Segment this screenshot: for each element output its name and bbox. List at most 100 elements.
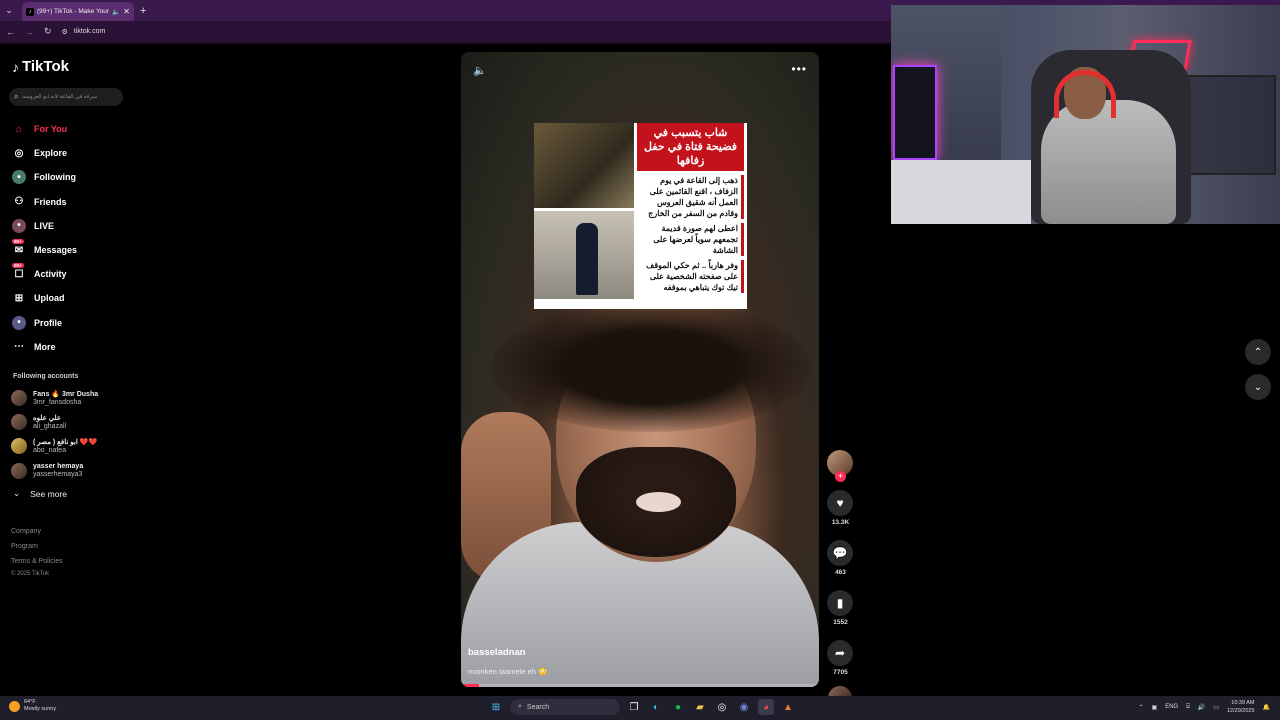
url-field[interactable]: ⚙ tiktok.com bbox=[62, 28, 106, 36]
cam-person bbox=[1041, 100, 1176, 224]
follow-plus-icon[interactable]: + bbox=[835, 471, 846, 482]
app-icon[interactable]: ▲ bbox=[780, 699, 796, 715]
previous-video-button[interactable]: ⌃ bbox=[1245, 339, 1271, 365]
following-accounts-list: Fans 🔥 3mr Dusha 3mr_fansdosha علي علوه al… bbox=[11, 386, 131, 483]
see-more-button[interactable]: ⌄ See more bbox=[13, 488, 67, 499]
next-video-button[interactable]: ⌄ bbox=[1245, 374, 1271, 400]
overlay-images bbox=[534, 123, 634, 309]
search-placeholder: سرقه في القاعة لانه ابو العروسة bbox=[22, 94, 98, 100]
file-explorer-icon[interactable]: ▰ bbox=[692, 699, 708, 715]
news-overlay-card: شاب يتسبب في فضيحة فتاة في حفل زفافها ذه… bbox=[534, 123, 747, 309]
site-info-icon[interactable]: ⚙ bbox=[62, 28, 68, 36]
nav-for-you[interactable]: ⌂ For You bbox=[12, 117, 132, 141]
tray-app-icon[interactable]: ▣ bbox=[1152, 704, 1158, 711]
overlay-title: شاب يتسبب في فضيحة فتاة في حفل زفافها bbox=[637, 123, 744, 171]
reload-icon[interactable]: ↻ bbox=[44, 26, 52, 37]
like-count: 13.3K bbox=[831, 519, 850, 526]
like-button[interactable]: ♥ bbox=[827, 490, 853, 516]
tiktok-note-icon: ♪ bbox=[12, 58, 19, 75]
video-progress-bar[interactable] bbox=[461, 684, 819, 687]
nav-activity[interactable]: ☐ 99+ Activity bbox=[12, 262, 132, 286]
account-item[interactable]: yasser hemaya yasserhemaya3 bbox=[11, 459, 131, 483]
nav-label: Messages bbox=[34, 245, 78, 256]
footer-link-terms[interactable]: Terms & Policies bbox=[11, 554, 63, 569]
copyright: © 2025 TikTok bbox=[11, 571, 50, 577]
account-item[interactable]: Fans 🔥 3mr Dusha 3mr_fansdosha bbox=[11, 386, 131, 410]
more-icon: ⋯ bbox=[14, 341, 24, 353]
nav-label: Upload bbox=[34, 293, 65, 304]
nav-label: Explore bbox=[34, 148, 68, 159]
share-button[interactable]: ➦ bbox=[827, 640, 853, 666]
task-view-icon[interactable]: ❐ bbox=[626, 699, 642, 715]
nav-label: Activity bbox=[34, 269, 67, 280]
battery-icon[interactable]: ▭ bbox=[1213, 704, 1219, 711]
video-player[interactable]: 🔈 ••• شاب يتسبب في فضيحة فتاة في حفل زفا… bbox=[461, 52, 819, 687]
account-name: Fans 🔥 3mr Dusha bbox=[33, 390, 99, 398]
avatar bbox=[11, 414, 27, 431]
home-icon: ⌂ bbox=[15, 123, 23, 135]
nav-live[interactable]: • LIVE bbox=[12, 214, 132, 238]
nav-explore[interactable]: ◎ Explore bbox=[12, 141, 132, 165]
footer-link-company[interactable]: Company bbox=[11, 524, 63, 539]
chevron-down-icon: ⌄ bbox=[1253, 381, 1263, 393]
bookmark-button[interactable]: ▮ bbox=[827, 590, 853, 616]
url-text: tiktok.com bbox=[73, 28, 106, 35]
footer-link-program[interactable]: Program bbox=[11, 539, 63, 554]
nav-messages[interactable]: ✉ 99+ Messages bbox=[12, 238, 132, 262]
forward-icon[interactable]: → bbox=[25, 27, 34, 37]
language-indicator[interactable]: ENG bbox=[1165, 704, 1178, 710]
account-item[interactable]: ابو نافع ( مصر ) ❤️❤️ abo_nafea bbox=[11, 434, 131, 458]
notifications-icon[interactable]: 🔔 bbox=[1263, 704, 1270, 711]
nav-following[interactable]: • Following bbox=[12, 165, 132, 189]
spotify-icon[interactable]: ● bbox=[670, 699, 686, 715]
compass-icon: ◎ bbox=[14, 147, 24, 159]
account-handle: ali_ghazall bbox=[33, 422, 67, 430]
tab-search-icon[interactable]: ⌄ bbox=[0, 0, 18, 21]
obs-icon[interactable]: ◎ bbox=[714, 699, 730, 715]
more-options-icon[interactable]: ••• bbox=[791, 62, 807, 76]
profile-icon: • bbox=[12, 315, 26, 330]
edge-icon[interactable]: ◐ bbox=[648, 699, 664, 715]
avatar bbox=[11, 438, 27, 455]
discord-icon[interactable]: ◉ bbox=[736, 699, 752, 715]
tray-chevron-icon[interactable]: ⌃ bbox=[1139, 704, 1144, 711]
taskbar-search[interactable]: ⌕ Search bbox=[510, 699, 620, 715]
search-input[interactable]: ⌕ سرقه في القاعة لانه ابو العروسة bbox=[9, 88, 123, 106]
taskbar-search-label: Search bbox=[526, 703, 550, 711]
account-name: علي علوه bbox=[33, 414, 62, 422]
nav-profile[interactable]: • Profile bbox=[12, 311, 132, 335]
nav-label: Following bbox=[34, 172, 76, 183]
weather-widget[interactable]: 64°F Mostly sunny bbox=[9, 699, 56, 713]
tiktok-logo[interactable]: ♪ TikTok bbox=[12, 58, 69, 75]
network-icon[interactable]: ⌸ bbox=[1186, 704, 1190, 711]
comment-icon: 💬 bbox=[832, 546, 848, 560]
windows-start-icon[interactable]: ⊞ bbox=[488, 699, 504, 715]
back-icon[interactable]: ← bbox=[6, 27, 15, 37]
sidebar: ♪ TikTok ⌕ سرقه في القاعة لانه ابو العرو… bbox=[0, 44, 140, 696]
search-icon: ⌕ bbox=[14, 92, 19, 101]
account-name: yasser hemaya bbox=[33, 463, 84, 471]
activity-icon: ☐ 99+ bbox=[12, 263, 24, 280]
account-handle: yasserhemaya3 bbox=[33, 471, 83, 479]
nav-friends[interactable]: ⚇ Friends bbox=[12, 190, 132, 214]
taskbar-apps: ⊞ ⌕ Search ❐ ◐ ● ▰ ◎ ◉ ◕ ▲ bbox=[488, 699, 796, 715]
overlay-photo-figure bbox=[576, 223, 598, 295]
overlay-text: شاب يتسبب في فضيحة فتاة في حفل زفافها ذه… bbox=[634, 123, 747, 309]
nav-label: More bbox=[34, 341, 56, 352]
new-tab-button[interactable]: + bbox=[140, 5, 146, 17]
nav-upload[interactable]: ⊞ Upload bbox=[12, 286, 132, 310]
video-username[interactable]: basseladnan bbox=[468, 647, 526, 658]
account-item[interactable]: علي علوه ali_ghazall bbox=[11, 410, 131, 434]
creator-avatar[interactable]: + bbox=[827, 450, 853, 482]
tab-close-icon[interactable]: ✕ bbox=[123, 7, 130, 16]
speaker-icon[interactable]: 🔈 bbox=[112, 8, 120, 16]
clock[interactable]: 10:39 AM 12/29/2025 bbox=[1227, 699, 1255, 715]
browser-tab[interactable]: ♪ (99+) TikTok - Make Your D... 🔈 ✕ bbox=[22, 2, 134, 21]
volume-icon[interactable]: 🔈 bbox=[473, 64, 487, 77]
nav-more[interactable]: ⋯ More bbox=[12, 335, 132, 359]
comment-button[interactable]: 💬 bbox=[827, 540, 853, 566]
sun-icon bbox=[9, 700, 20, 712]
chrome-icon[interactable]: ◕ bbox=[758, 699, 774, 715]
volume-tray-icon[interactable]: 🔊 bbox=[1198, 704, 1205, 711]
video-frame-mouth bbox=[636, 492, 681, 512]
